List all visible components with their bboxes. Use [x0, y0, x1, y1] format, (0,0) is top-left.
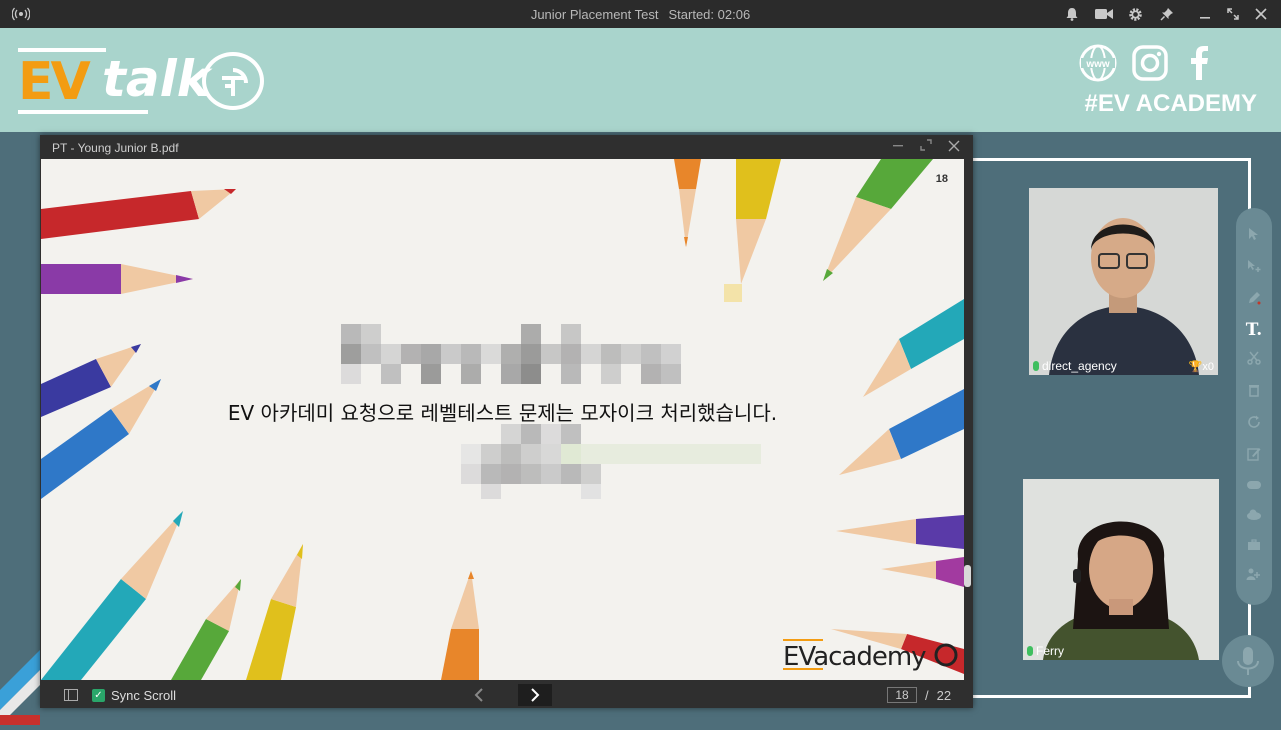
- drawing-toolbar: T.: [1236, 208, 1272, 605]
- gear-icon[interactable]: [1126, 5, 1144, 23]
- pdf-filename: PT - Young Junior B.pdf: [52, 141, 179, 155]
- mic-icon: [1027, 646, 1033, 656]
- evacademy-wordmark: EVacademy: [783, 642, 926, 672]
- participant-name: direct_agency: [1042, 359, 1117, 373]
- app-titlebar: Junior Placement Test Started: 02:06: [0, 0, 1281, 28]
- scissors-icon[interactable]: [1244, 350, 1264, 370]
- participant-video: [1029, 188, 1218, 375]
- refresh-icon[interactable]: [1244, 414, 1264, 434]
- next-page-button[interactable]: [518, 684, 552, 706]
- header-banner: EV talk www #EV ACADEMY: [0, 28, 1281, 132]
- current-page-input[interactable]: 18: [887, 687, 917, 703]
- pdf-expand-icon[interactable]: [920, 139, 934, 155]
- sync-scroll-checkbox[interactable]: ✓: [92, 689, 105, 702]
- evtalk-logo: EV talk: [18, 46, 268, 118]
- instagram-icon[interactable]: [1131, 44, 1169, 82]
- www-text: www: [1085, 59, 1110, 70]
- participant-name: Ferry: [1036, 644, 1064, 658]
- bell-icon[interactable]: [1063, 5, 1081, 23]
- participant-label: direct_agency: [1033, 359, 1117, 373]
- close-icon[interactable]: [1252, 5, 1270, 23]
- window-title: Junior Placement Test Started: 02:06: [0, 7, 1281, 22]
- mosaic-notice-caption: EV 아카데미 요청으로 레벨테스트 문제는 모자이크 처리했습니다.: [227, 401, 778, 425]
- page-indicator: 18 / 22: [887, 687, 951, 703]
- edit-icon[interactable]: [1244, 446, 1264, 466]
- video-tile-ferry[interactable]: Ferry: [1023, 479, 1219, 660]
- pdf-close-icon[interactable]: [948, 140, 962, 156]
- restore-icon[interactable]: [1224, 5, 1242, 23]
- camera-icon[interactable]: [1094, 5, 1114, 23]
- facebook-icon[interactable]: [1181, 44, 1219, 82]
- trophy-value: x0: [1202, 361, 1214, 373]
- briefcase-icon[interactable]: [1244, 536, 1264, 556]
- logo-badge-icon: [202, 52, 264, 110]
- pdf-viewer-window[interactable]: PT - Young Junior B.pdf 18 EV 아카데미 요청으로 …: [40, 135, 973, 708]
- pdf-minimize-icon[interactable]: [892, 138, 906, 154]
- text-icon[interactable]: T.: [1244, 320, 1264, 340]
- trophy-count: 🏆x0: [1189, 360, 1214, 373]
- pdf-titlebar: PT - Young Junior B.pdf: [40, 135, 973, 159]
- trash-icon[interactable]: [1244, 382, 1264, 402]
- sync-scroll-toggle[interactable]: ✓ Sync Scroll: [92, 688, 176, 703]
- logo-talk: talk: [102, 50, 211, 108]
- video-tile-direct-agency[interactable]: direct_agency 🏆x0: [1029, 188, 1218, 375]
- test-name: Junior Placement Test: [530, 7, 659, 22]
- pen-icon[interactable]: [1244, 290, 1264, 310]
- started-timer: Started: 02:06: [668, 7, 751, 22]
- pdf-page: 18 EV 아카데미 요청으로 레벨테스트 문제는 모자이크 처리했습니다. E…: [41, 159, 964, 680]
- participant-label: Ferry: [1027, 644, 1064, 658]
- microphone-icon: [1237, 647, 1259, 675]
- pointer-icon[interactable]: [1244, 258, 1264, 278]
- decorative-stripe: [0, 630, 40, 725]
- scroll-handle[interactable]: [964, 565, 971, 587]
- minimize-icon[interactable]: [1196, 5, 1214, 23]
- prev-page-button[interactable]: [464, 684, 494, 706]
- users-icon[interactable]: [1244, 566, 1264, 586]
- sync-scroll-label: Sync Scroll: [111, 688, 177, 703]
- logo-underline: [18, 110, 148, 114]
- total-pages: 22: [936, 687, 952, 703]
- mic-icon: [1033, 361, 1039, 371]
- gamepad-icon[interactable]: [1244, 476, 1264, 496]
- cloud-icon[interactable]: [1244, 506, 1264, 526]
- trophy-icon: 🏆: [1188, 361, 1203, 373]
- page-badge: 18: [935, 173, 948, 185]
- hashtag-text: #EV ACADEMY: [1084, 90, 1257, 117]
- pin-icon[interactable]: [1158, 5, 1176, 23]
- page-separator: /: [925, 687, 929, 703]
- participant-video: [1023, 479, 1219, 660]
- microphone-button[interactable]: [1222, 635, 1274, 687]
- pdf-footer: ✓ Sync Scroll 18 / 22: [40, 683, 973, 708]
- sidebar-toggle-icon[interactable]: [64, 689, 78, 701]
- cursor-icon[interactable]: [1244, 226, 1264, 246]
- evacademy-logo: EVacademy: [783, 637, 963, 677]
- logo-ev: EV: [18, 52, 91, 112]
- www-icon[interactable]: www: [1079, 44, 1117, 82]
